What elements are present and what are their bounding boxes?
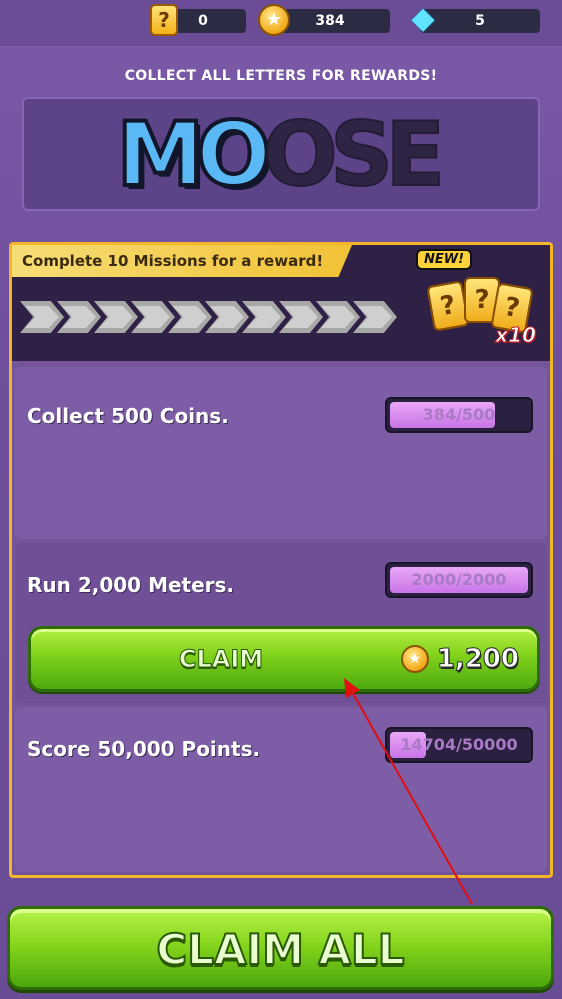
missions-panel: Complete 10 Missions for a reward! ? ? ?… <box>9 242 553 878</box>
letter-1: M <box>115 103 207 206</box>
mission-progress-text: 2000/2000 <box>411 570 507 589</box>
mission-progress-bar: 384/500 <box>385 397 533 433</box>
mission-row: Score 50,000 Points. 14704/50000 <box>15 707 547 872</box>
mystery-box-icon: ? <box>150 4 178 36</box>
mission-text: Run 2,000 Meters. <box>27 573 235 597</box>
claim-all-button[interactable]: CLAIM ALL <box>7 906 554 990</box>
mission-row: Run 2,000 Meters. 2000/2000 CLAIM ★ 1,20… <box>15 543 547 703</box>
mission-text: Score 50,000 Points. <box>27 737 261 761</box>
mission-row: Collect 500 Coins. 384/500 <box>15 367 547 539</box>
letters-title: COLLECT ALL LETTERS FOR REWARDS! <box>124 68 438 84</box>
letter-3: O <box>262 103 339 206</box>
claim-all-label: CLAIM ALL <box>155 924 405 975</box>
coin-icon: ★ <box>258 4 290 36</box>
mission-progress-text: 14704/50000 <box>400 735 518 754</box>
new-badge: NEW! <box>416 249 473 270</box>
gem-icon: ◆ <box>411 1 435 36</box>
letter-2: O <box>194 103 273 206</box>
letters-row: MOOSE <box>24 103 538 206</box>
claim-button[interactable]: CLAIM ★ 1,200 <box>28 626 540 692</box>
missions-banner: Complete 10 Missions for a reward! <box>12 245 352 277</box>
missions-header: Complete 10 Missions for a reward! ? ? ?… <box>12 245 550 361</box>
currency-bar: 0 ? 384 ★ 5 ◆ <box>0 0 562 46</box>
coin-icon: ★ <box>400 645 429 673</box>
mission-text: Collect 500 Coins. <box>27 404 229 428</box>
letters-panel: MOOSE <box>22 97 540 211</box>
progress-chevron <box>20 301 64 333</box>
letter-4: S <box>329 103 394 206</box>
claim-button-label: CLAIM <box>178 645 264 674</box>
mission-reward[interactable]: ? ? ? NEW! x10 <box>416 249 536 355</box>
letter-5: E <box>384 103 446 206</box>
claim-reward-amount: 1,200 <box>436 644 519 675</box>
mission-progress-text: 384/500 <box>422 405 496 424</box>
reward-multiplier: x10 <box>495 323 537 348</box>
mission-progress-bar: 14704/50000 <box>385 727 533 763</box>
mission-progress-bar: 2000/2000 <box>385 562 533 598</box>
claim-reward: ★ 1,200 <box>400 643 520 675</box>
